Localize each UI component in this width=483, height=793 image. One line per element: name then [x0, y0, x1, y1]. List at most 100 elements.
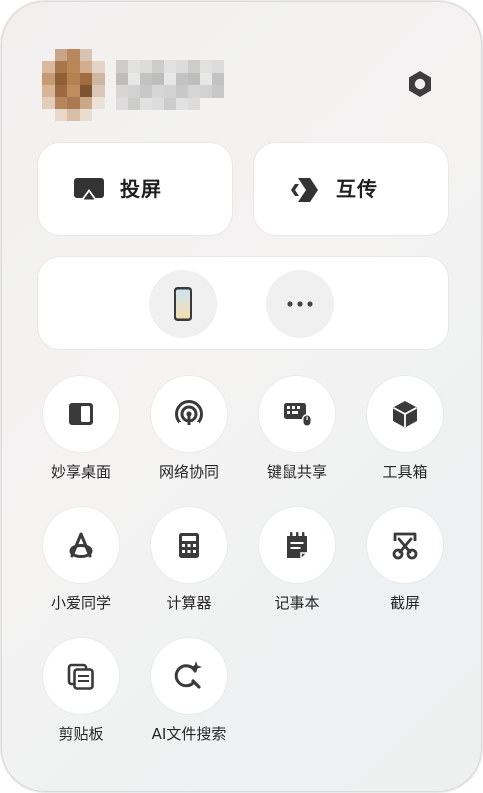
tile-screenshot[interactable]: 截屏 — [355, 507, 455, 619]
avatar-pixel — [79, 73, 93, 85]
keyboard-mouse-icon — [259, 376, 335, 452]
avatar-pixel — [42, 109, 55, 121]
username-pixel — [128, 60, 140, 73]
avatar-pixel — [42, 61, 55, 73]
username-pixel — [152, 97, 164, 110]
avatar-pixel — [67, 85, 80, 97]
username-pixel — [116, 72, 128, 85]
username-pixel — [188, 85, 200, 98]
clipboard-icon — [43, 638, 119, 714]
avatar-pixel — [54, 61, 68, 73]
screen-cast-icon — [72, 175, 106, 205]
username-pixel — [188, 97, 200, 110]
avatar-pixel — [42, 49, 55, 61]
avatar-pixel — [54, 49, 68, 61]
tile-keyboard-mouse-share[interactable]: 键鼠共享 — [247, 376, 347, 488]
avatar-pixel — [67, 97, 80, 109]
avatar-pixel — [54, 85, 68, 97]
transfer-button[interactable]: 互传 — [254, 143, 448, 235]
calculator-icon — [151, 507, 227, 583]
username-pixel — [140, 85, 152, 98]
username-pixel — [188, 60, 200, 73]
tile-label: 网络协同 — [158, 463, 219, 481]
avatar-pixel — [42, 85, 55, 97]
avatar-pixel — [54, 97, 68, 109]
avatar-pixel — [79, 85, 93, 97]
avatar-pixel — [79, 49, 93, 61]
screen-cast-label: 投屏 — [120, 177, 162, 201]
avatar-pixel — [92, 109, 105, 121]
desktop-panel-icon — [43, 376, 119, 452]
username-pixel — [164, 97, 176, 110]
tile-label: AI文件搜索 — [151, 725, 227, 743]
username-pixel — [200, 85, 212, 98]
avatar-pixel — [92, 73, 105, 85]
username-pixel — [176, 85, 188, 98]
tile-label: 截屏 — [389, 594, 420, 612]
tile-label: 键鼠共享 — [266, 463, 327, 481]
username-pixel — [152, 85, 164, 98]
tile-label: 工具箱 — [382, 463, 428, 481]
tile-notepad[interactable]: 记事本 — [247, 507, 347, 619]
username-pixel — [200, 98, 212, 111]
tile-xiaoai[interactable]: 小爱同学 — [31, 507, 131, 619]
tile-calculator[interactable]: 计算器 — [139, 507, 239, 619]
tile-network-collab[interactable]: 网络协同 — [139, 376, 239, 488]
phone-icon — [174, 287, 192, 321]
avatar-pixel — [42, 73, 55, 85]
username-pixel — [128, 85, 140, 98]
scissors-icon — [367, 507, 443, 583]
transfer-icon — [288, 175, 322, 205]
username-pixel — [164, 72, 176, 85]
username-pixel — [164, 85, 176, 98]
toolbox-cube-icon — [367, 376, 443, 452]
username-pixel — [152, 72, 164, 85]
avatar-pixel — [67, 49, 80, 61]
username-pixel — [212, 85, 224, 98]
avatar-pixel — [92, 61, 105, 73]
username-pixel — [140, 60, 152, 73]
username-pixel — [128, 97, 140, 110]
avatar-pixel — [92, 49, 105, 61]
tile-miaoxiang-desktop[interactable]: 妙享桌面 — [31, 376, 131, 488]
tile-label: 小爱同学 — [50, 594, 111, 612]
avatar-pixel — [92, 85, 105, 97]
tile-label: 妙享桌面 — [50, 463, 111, 481]
username-pixel — [200, 60, 212, 73]
username-pixel — [212, 98, 224, 111]
tile-ai-file-search[interactable]: AI文件搜索 — [139, 638, 239, 750]
username-pixel — [176, 97, 188, 110]
more-devices-button[interactable] — [266, 270, 334, 338]
network-signal-icon — [151, 376, 227, 452]
avatar-pixel — [79, 97, 93, 109]
avatar-pixel — [92, 97, 105, 109]
username-pixel — [140, 97, 152, 110]
username-pixel — [140, 72, 152, 85]
username-pixel — [176, 72, 188, 85]
username-pixel — [176, 60, 188, 73]
more-icon — [287, 301, 313, 307]
avatar-pixel — [67, 109, 80, 121]
avatar-pixel — [42, 97, 55, 109]
username-pixel — [116, 60, 128, 73]
username-pixel — [212, 72, 224, 85]
username-blurred — [116, 60, 224, 110]
screen-cast-button[interactable]: 投屏 — [38, 143, 232, 235]
xiaoai-icon — [43, 507, 119, 583]
avatar-pixel — [79, 61, 93, 73]
tile-label: 剪贴板 — [58, 725, 104, 743]
gear-icon[interactable] — [405, 69, 435, 99]
tile-clipboard[interactable]: 剪贴板 — [31, 638, 131, 750]
avatar[interactable] — [42, 49, 105, 121]
avatar-pixel — [79, 109, 93, 121]
username-pixel — [188, 72, 200, 85]
transfer-label: 互传 — [336, 177, 378, 201]
avatar-pixel — [54, 109, 68, 121]
ai-search-icon — [151, 638, 227, 714]
device-bar — [38, 257, 448, 349]
tile-toolbox[interactable]: 工具箱 — [355, 376, 455, 488]
username-pixel — [200, 72, 212, 85]
username-pixel — [128, 72, 140, 85]
phone-device-button[interactable] — [149, 270, 217, 338]
username-pixel — [212, 60, 224, 73]
